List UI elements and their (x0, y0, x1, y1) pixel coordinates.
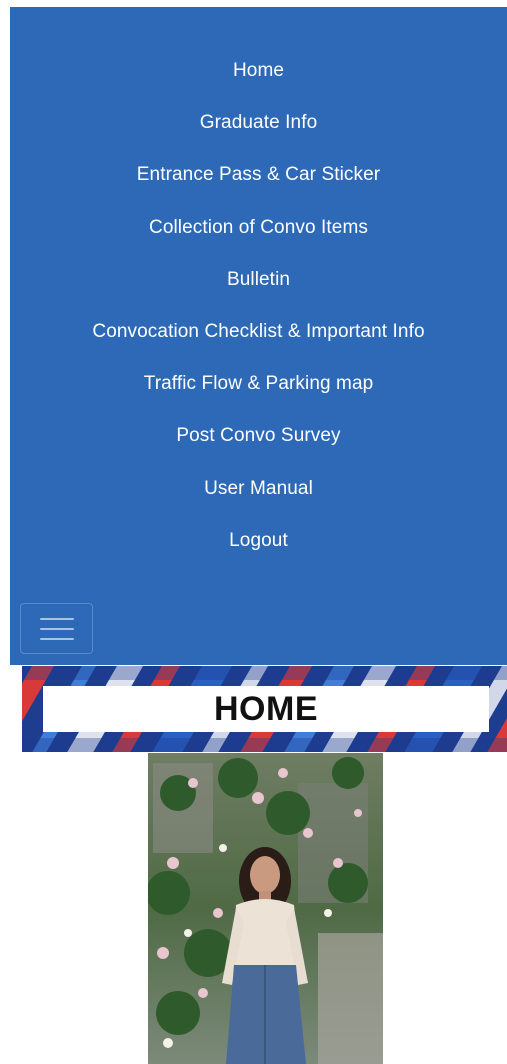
page: Home Graduate Info Entrance Pass & Car S… (0, 0, 507, 1064)
nav-link-collection[interactable]: Collection of Convo Items (149, 217, 368, 239)
navbar-toggler-button[interactable] (20, 603, 93, 654)
nav-link-bulletin[interactable]: Bulletin (227, 269, 290, 291)
nav-link-home[interactable]: Home (233, 60, 284, 82)
hamburger-icon-bar (39, 617, 74, 620)
nav-item-entrance-pass: Entrance Pass & Car Sticker (10, 149, 507, 201)
hamburger-icon-bar (39, 637, 74, 640)
nav-menu: Home Graduate Info Entrance Pass & Car S… (10, 45, 507, 567)
nav-link-logout[interactable]: Logout (229, 530, 288, 552)
nav-item-graduate-info: Graduate Info (10, 97, 507, 149)
graduate-photo (148, 753, 383, 1064)
nav-item-user-manual: User Manual (10, 463, 507, 515)
graduate-photo-image (148, 753, 383, 1064)
nav-item-logout: Logout (10, 515, 507, 567)
hamburger-icon-bar (39, 627, 74, 630)
nav-item-survey: Post Convo Survey (10, 410, 507, 462)
nav-item-checklist: Convocation Checklist & Important Info (10, 306, 507, 358)
page-banner: HOME (22, 666, 507, 752)
nav-item-collection: Collection of Convo Items (10, 202, 507, 254)
nav-link-traffic-flow[interactable]: Traffic Flow & Parking map (144, 373, 374, 395)
nav-item-traffic-flow: Traffic Flow & Parking map (10, 358, 507, 410)
nav-link-graduate-info[interactable]: Graduate Info (200, 112, 318, 134)
nav-item-home: Home (10, 45, 507, 97)
nav-link-survey[interactable]: Post Convo Survey (176, 425, 340, 447)
page-title: HOME (43, 686, 489, 732)
nav-item-bulletin: Bulletin (10, 254, 507, 306)
nav-link-checklist[interactable]: Convocation Checklist & Important Info (92, 321, 424, 343)
nav-link-entrance-pass[interactable]: Entrance Pass & Car Sticker (137, 164, 380, 186)
nav-link-user-manual[interactable]: User Manual (204, 478, 313, 500)
navbar: Home Graduate Info Entrance Pass & Car S… (10, 7, 507, 665)
